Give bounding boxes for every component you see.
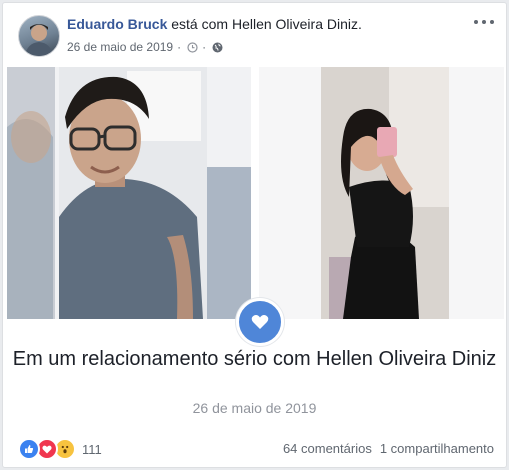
life-event-text: Em um relacionamento sério com Hellen Ol… bbox=[12, 348, 497, 370]
photo-eduardo[interactable] bbox=[7, 67, 251, 319]
reactions-summary[interactable]: 111 bbox=[18, 438, 102, 460]
shares-count-link[interactable]: 1 compartilhamento bbox=[380, 441, 494, 456]
photo-hellen[interactable] bbox=[259, 67, 504, 319]
meta-separator-2: · bbox=[202, 40, 207, 54]
post-card: Eduardo Bruck está com Hellen Oliveira D… bbox=[2, 2, 507, 468]
reaction-count: 111 bbox=[82, 441, 102, 457]
post-meta: 26 de maio de 2019 · · bbox=[67, 40, 223, 54]
life-event-date: 26 de maio de 2019 bbox=[192, 400, 317, 416]
post-title-line: Eduardo Bruck está com Hellen Oliveira D… bbox=[67, 16, 362, 32]
more-dot bbox=[490, 20, 494, 24]
more-dot bbox=[482, 20, 486, 24]
connector-text: está com bbox=[171, 16, 229, 32]
engagement-counts: 64 comentários 1 compartilhamento bbox=[283, 441, 494, 456]
like-icon bbox=[18, 438, 40, 460]
heart-icon bbox=[251, 315, 269, 329]
avatar-photo bbox=[25, 24, 53, 56]
meta-separator: · bbox=[177, 40, 182, 54]
post-footer: 111 64 comentários 1 compartilhamento bbox=[3, 435, 506, 465]
life-event-badge bbox=[236, 298, 284, 346]
comments-count-link[interactable]: 64 comentários bbox=[283, 441, 372, 456]
photo-grid bbox=[7, 67, 504, 319]
globe-icon[interactable] bbox=[212, 42, 223, 53]
post-date-link[interactable]: 26 de maio de 2019 bbox=[67, 40, 173, 54]
more-options-icon[interactable] bbox=[474, 15, 494, 29]
author-link[interactable]: Eduardo Bruck bbox=[67, 16, 167, 32]
clock-icon bbox=[187, 41, 198, 53]
tagged-person-link[interactable]: Hellen Oliveira Diniz. bbox=[232, 16, 362, 32]
post-header: Eduardo Bruck está com Hellen Oliveira D… bbox=[3, 3, 506, 67]
avatar[interactable] bbox=[18, 15, 60, 57]
more-dot bbox=[474, 20, 478, 24]
